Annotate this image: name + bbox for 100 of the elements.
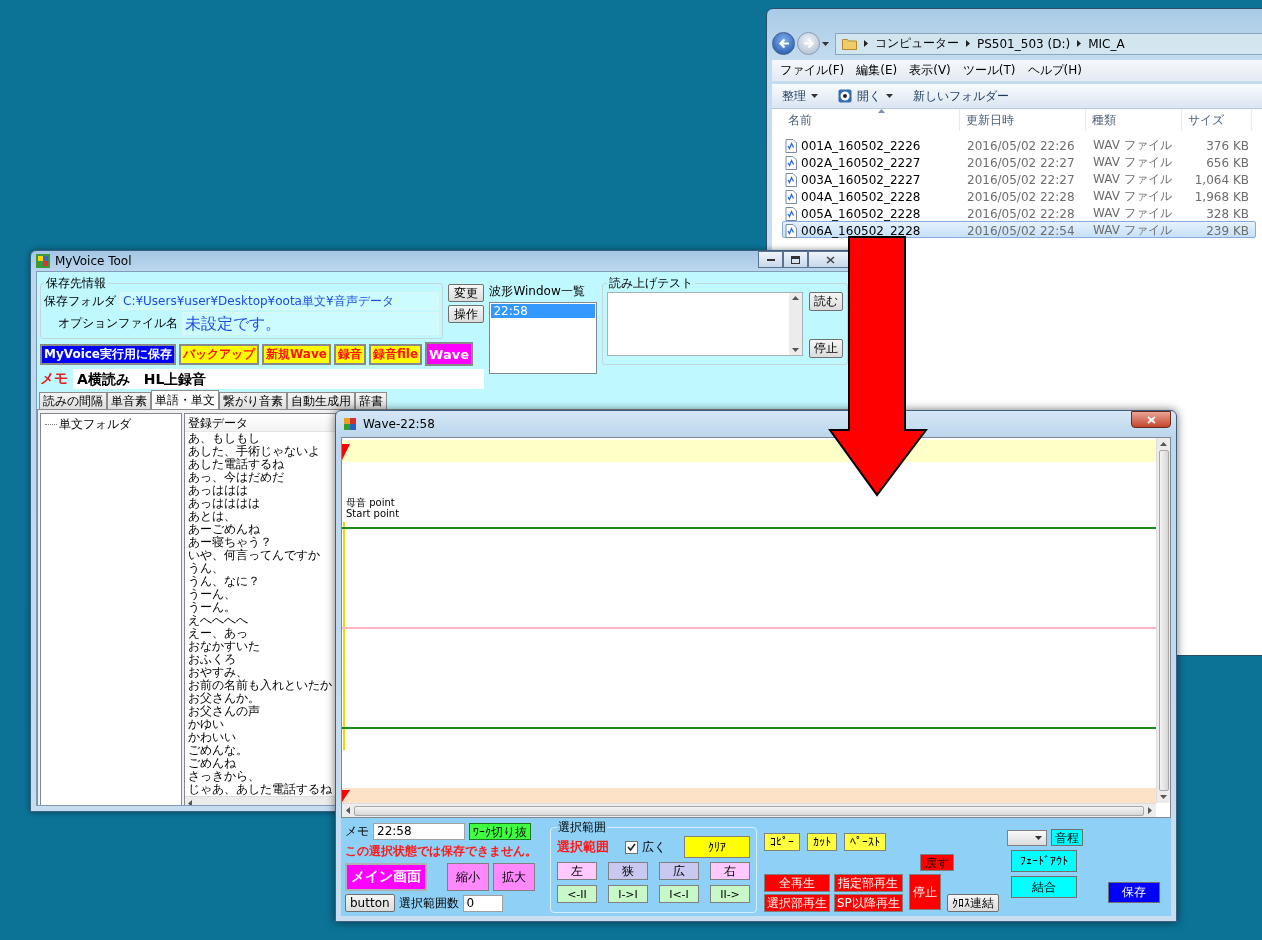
list-item[interactable]: おふくろ (188, 653, 335, 666)
list-item[interactable]: うーん。 (188, 601, 335, 614)
list-item[interactable]: うーん、 (188, 588, 335, 601)
scrollbar[interactable] (789, 293, 802, 355)
cut-button[interactable]: ﾜｰｸ切り抜 (469, 823, 531, 840)
menu-item[interactable]: 編集(E) (856, 62, 898, 79)
breadcrumb-item[interactable]: コンピューター (875, 35, 959, 52)
list-item[interactable]: えー、あっ (188, 627, 335, 640)
fade-out-button[interactable]: ﾌｪｰﾄﾞｱｳﾄ (1011, 850, 1077, 872)
cross-link-button[interactable]: ｸﾛｽ連結 (946, 894, 999, 912)
memo-field[interactable]: A横読み HL上録音 (73, 369, 485, 389)
list-item[interactable]: あっははは (188, 484, 335, 497)
scrollbar[interactable] (342, 803, 1156, 817)
list-item[interactable]: かゆい (188, 718, 335, 731)
edit-button[interactable]: ｺﾋﾟｰ (764, 833, 800, 851)
maximize-button[interactable] (783, 251, 808, 268)
tree-item[interactable]: 単文フォルダ (59, 416, 131, 433)
list-item[interactable]: じゃあ、あした電話するね (188, 783, 335, 796)
play-button[interactable]: 全再生 (764, 874, 830, 892)
file-row[interactable]: 002A_160502_2227 2016/05/02 22:27 WAV ファイル 656 KB (782, 153, 1256, 170)
menu-item[interactable]: ファイル(F) (780, 62, 845, 79)
stop-button[interactable]: 停止 (809, 339, 843, 358)
folder-field[interactable]: C:¥Users¥user¥Desktop¥oota単文¥音声データ (120, 292, 440, 310)
jump-button[interactable]: <-II (557, 885, 597, 903)
checkbox[interactable] (625, 840, 638, 854)
list-item[interactable]: あした、手術じゃないよ (188, 445, 335, 458)
pitch-button[interactable]: 音程 (1051, 829, 1083, 846)
zoom-out-button[interactable]: 縮小 (447, 863, 489, 891)
jump-button[interactable]: II-> (710, 885, 750, 903)
breadcrumb-item[interactable]: MIC_A (1088, 36, 1125, 51)
file-row[interactable]: 003A_160502_2227 2016/05/02 22:27 WAV ファイル 1,064 KB (782, 170, 1256, 187)
read-button[interactable]: 読む (809, 292, 843, 311)
scrollbar[interactable] (1156, 438, 1170, 803)
move-button[interactable]: 右 (710, 862, 750, 880)
change-button[interactable]: 変更 (448, 284, 485, 302)
column-header[interactable]: 種類 (1086, 109, 1182, 131)
back-button[interactable] (772, 32, 795, 55)
option-file-field[interactable]: 未設定です。 (182, 312, 440, 335)
list-item[interactable]: うん、 (188, 562, 335, 575)
action-button[interactable]: 録音file (368, 343, 423, 365)
list-item[interactable]: かわいい (188, 731, 335, 744)
list-item[interactable]: いや、何言ってんですか (188, 549, 335, 562)
memo-field[interactable]: 22:58 (373, 823, 465, 840)
small-button[interactable]: button (345, 894, 395, 912)
tab[interactable]: 自動生成用 (287, 392, 355, 409)
play-button[interactable]: 指定部再生 (834, 874, 903, 892)
list-item[interactable]: お前の名前も入れといたか (188, 679, 335, 692)
tab[interactable]: 読みの間隔 (39, 392, 107, 409)
tab[interactable]: 繋がり音素 (219, 392, 287, 409)
file-row[interactable]: 001A_160502_2226 2016/05/02 22:26 WAV ファイル 376 KB (782, 136, 1256, 153)
action-button[interactable]: MyVoice実行用に保存 (40, 343, 176, 365)
list-item[interactable]: うん、なに？ (188, 575, 335, 588)
edit-button[interactable]: ﾍﾟｰｽﾄ (844, 833, 886, 851)
file-row[interactable]: 005A_160502_2228 2016/05/02 22:28 WAV ファイル 328 KB (782, 204, 1256, 221)
list-item[interactable]: お父さんか。 (188, 692, 335, 705)
edit-button[interactable]: ｶｯﾄ (807, 833, 837, 851)
minimize-button[interactable] (758, 251, 783, 268)
file-row[interactable]: 006A_160502_2228 2016/05/02 22:54 WAV ファイル 239 KB (782, 221, 1256, 238)
list-item[interactable]: ごめんね (188, 757, 335, 770)
save-button[interactable]: 保存 (1108, 882, 1160, 903)
column-header[interactable]: 更新日時 (960, 109, 1086, 131)
stop-button[interactable]: 停止 (908, 874, 941, 910)
tab[interactable]: 単語・単文 (151, 390, 219, 409)
menu-item[interactable]: 表示(V) (909, 62, 951, 79)
list-item[interactable]: あーごめんね (188, 523, 335, 536)
menu-item[interactable]: ヘルプ(H) (1027, 62, 1082, 79)
list-item[interactable]: さっきから、 (188, 770, 335, 783)
tab[interactable]: 辞書 (355, 392, 387, 409)
undo-button[interactable]: 戻す (920, 854, 954, 871)
tab[interactable]: 単音素 (107, 392, 151, 409)
play-button[interactable]: 選択部再生 (764, 894, 830, 912)
list-item[interactable]: えへへへへ (188, 614, 335, 627)
jump-button[interactable]: I<-I (659, 885, 699, 903)
list-item[interactable]: あー寝ちゃう？ (188, 536, 335, 549)
toolbar-button[interactable]: 新しいフォルダー (913, 87, 1009, 105)
action-button[interactable]: バックアップ (179, 343, 259, 365)
count-field[interactable]: 0 (462, 894, 503, 912)
list-item[interactable]: おなかすいた (188, 640, 335, 653)
move-button[interactable]: 左 (557, 862, 597, 880)
address-bar[interactable]: コンピューター PS501_503 (D:) MIC_A (835, 32, 1262, 55)
list-item[interactable]: おやすみ、 (188, 666, 335, 679)
list-item[interactable]: あとは、 (188, 510, 335, 523)
list-item[interactable]: ごめんな。 (188, 744, 335, 757)
list-item[interactable]: あっはははは (188, 497, 335, 510)
close-button[interactable] (1131, 411, 1171, 428)
play-button[interactable]: SP以降再生 (834, 894, 903, 912)
toolbar-button[interactable]: 整理 (782, 87, 818, 105)
toolbar-button[interactable]: 開く (838, 87, 893, 105)
list-item[interactable]: あっ、今はだめだ (188, 471, 335, 484)
operate-button[interactable]: 操作 (448, 305, 485, 323)
action-button[interactable]: 録音 (333, 343, 366, 365)
breadcrumb-item[interactable]: PS501_503 (D:) (977, 36, 1071, 51)
list-item[interactable]: あ、もしもし (188, 432, 335, 445)
list-item[interactable]: お父さんの声 (188, 705, 335, 718)
zoom-in-button[interactable]: 拡大 (493, 863, 535, 891)
column-header[interactable]: サイズ (1182, 109, 1252, 131)
file-row[interactable]: 004A_160502_2228 2016/05/02 22:28 WAV ファイル 1,968 KB (782, 187, 1256, 204)
move-button[interactable]: 広 (659, 862, 699, 880)
join-button[interactable]: 結合 (1011, 876, 1077, 898)
clear-button[interactable]: ｸﾘｱ (684, 836, 750, 858)
